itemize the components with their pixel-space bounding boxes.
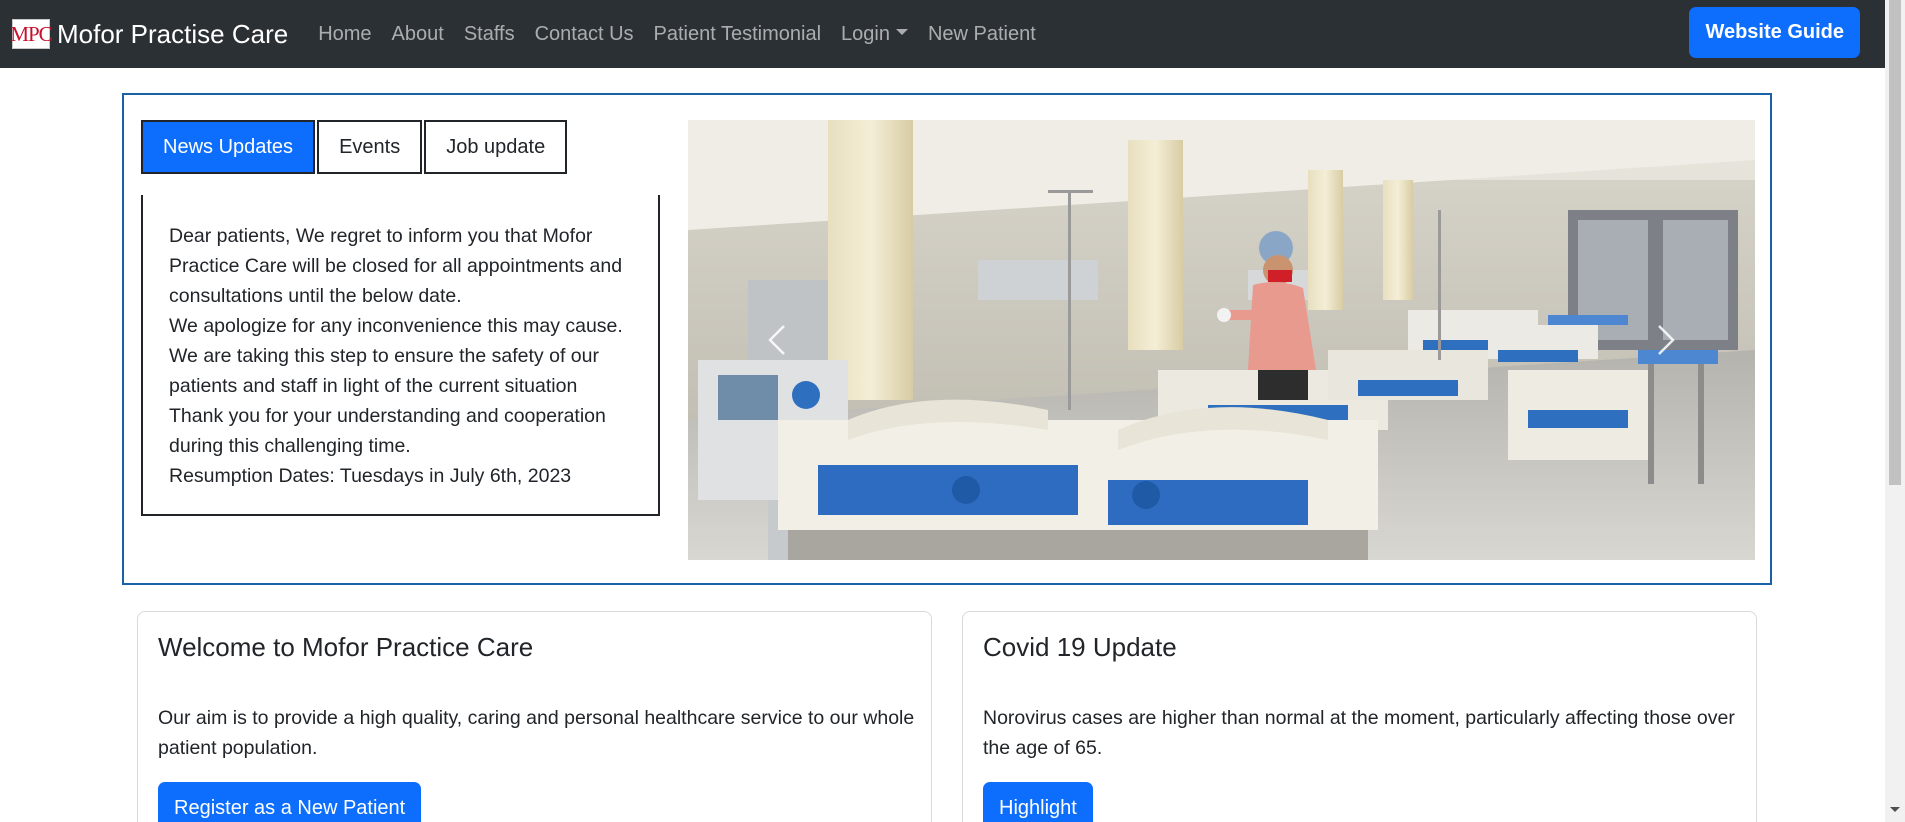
scroll-down-arrow-icon[interactable] bbox=[1890, 807, 1900, 812]
hospital-ward-photo bbox=[688, 120, 1755, 560]
news-line: consultations until the below date. bbox=[169, 285, 462, 307]
news-tabs: News Updates Events Job update bbox=[141, 120, 569, 174]
nav-link-login-dropdown[interactable]: Login bbox=[841, 23, 908, 46]
card-title: Welcome to Mofor Practice Care bbox=[158, 632, 534, 662]
news-line: Dear patients, We regret to inform you t… bbox=[169, 225, 593, 247]
brand-logo: MPC bbox=[10, 19, 53, 49]
covid-update-card: Covid 19 Update Norovirus cases are high… bbox=[962, 611, 1757, 822]
card-text: Norovirus cases are higher than normal a… bbox=[983, 707, 1735, 759]
nav-link-about[interactable]: About bbox=[392, 23, 444, 46]
page-scrollbar[interactable] bbox=[1885, 0, 1905, 822]
chevron-left-icon[interactable] bbox=[758, 320, 798, 360]
card-text: Our aim is to provide a high quality, ca… bbox=[158, 707, 915, 759]
nav-link-staffs[interactable]: Staffs bbox=[464, 23, 515, 46]
nav-link-login-label: Login bbox=[841, 22, 890, 45]
news-section: News Updates Events Job update Dear pati… bbox=[122, 93, 1772, 585]
tab-events[interactable]: Events bbox=[317, 120, 423, 174]
website-guide-button[interactable]: Website Guide bbox=[1689, 7, 1860, 58]
caret-down-icon bbox=[895, 29, 908, 36]
nav-link-contact-us[interactable]: Contact Us bbox=[535, 23, 634, 46]
register-new-patient-button[interactable]: Register as a New Patient bbox=[158, 782, 422, 822]
image-carousel bbox=[688, 120, 1755, 560]
news-line: patients and staff in light of the curre… bbox=[169, 375, 578, 397]
highlight-button[interactable]: Highlight bbox=[983, 782, 1093, 822]
brand[interactable]: MPC Mofor Practise Care bbox=[10, 19, 288, 50]
brand-name[interactable]: Mofor Practise Care bbox=[57, 19, 288, 50]
news-line: during this challenging time. bbox=[169, 435, 411, 457]
nav-links: Home About Staffs Contact Us Patient Tes… bbox=[318, 23, 1056, 46]
nav-link-home[interactable]: Home bbox=[318, 23, 371, 46]
nav-link-patient-testimonial[interactable]: Patient Testimonial bbox=[654, 23, 822, 46]
news-line: Thank you for your understanding and coo… bbox=[169, 405, 606, 427]
tab-job-update[interactable]: Job update bbox=[424, 120, 568, 174]
nav-link-new-patient[interactable]: New Patient bbox=[928, 23, 1036, 46]
scrollbar-thumb[interactable] bbox=[1889, 0, 1901, 485]
chevron-right-icon[interactable] bbox=[1645, 320, 1685, 360]
news-line: We apologize for any inconvenience this … bbox=[169, 315, 623, 337]
news-line: Resumption Dates: Tuesdays in July 6th, … bbox=[169, 465, 572, 487]
top-navbar: MPC Mofor Practise Care Home About Staff… bbox=[0, 0, 1885, 68]
news-line: We are taking this step to ensure the sa… bbox=[169, 345, 599, 367]
tab-news-updates[interactable]: News Updates bbox=[141, 120, 316, 174]
news-content-box: Dear patients, We regret to inform you t… bbox=[141, 195, 660, 516]
news-line: Practice Care will be closed for all app… bbox=[169, 255, 623, 277]
card-title: Covid 19 Update bbox=[983, 632, 1177, 662]
news-message: Dear patients, We regret to inform you t… bbox=[169, 221, 644, 491]
welcome-card: Welcome to Mofor Practice Care Our aim i… bbox=[137, 611, 932, 822]
